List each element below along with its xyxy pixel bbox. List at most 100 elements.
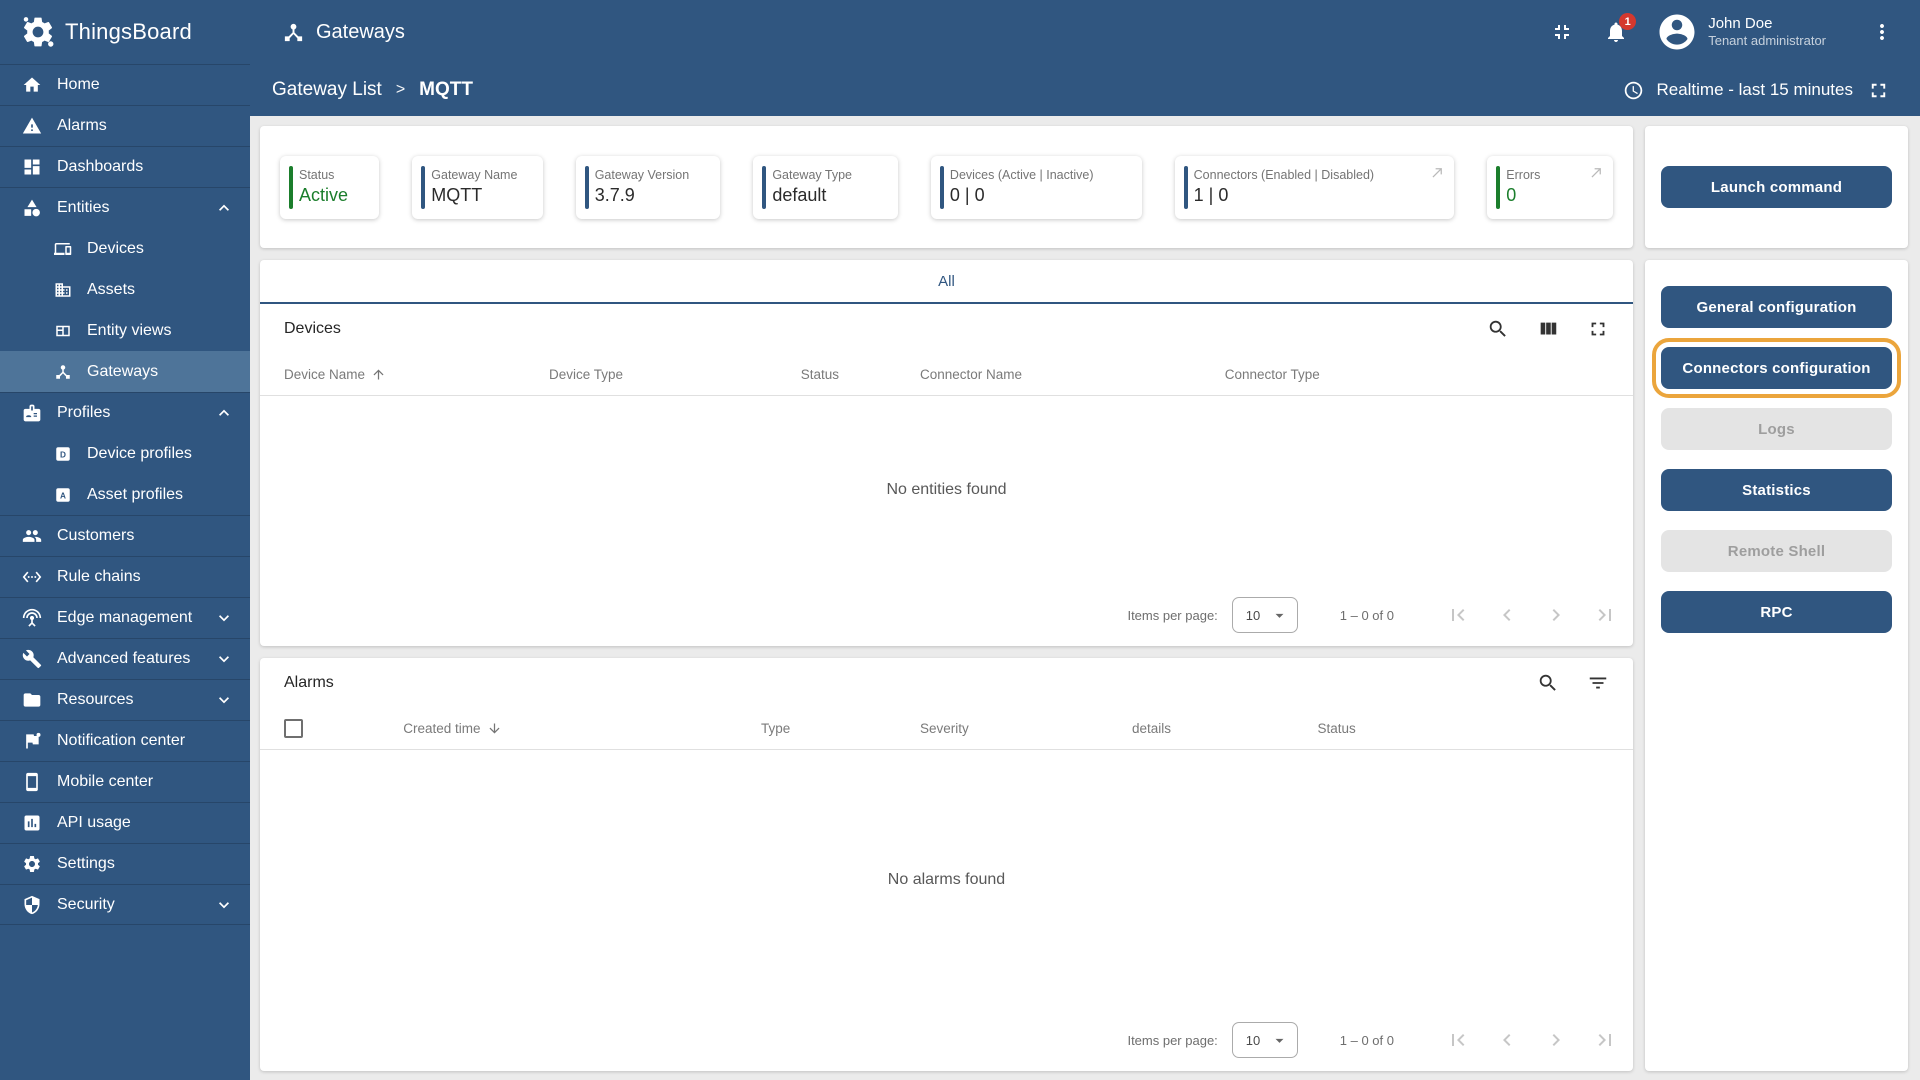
content: Status Active Gateway Name MQTT Gateway … <box>250 116 1920 1080</box>
next-page-button[interactable] <box>1544 1028 1568 1052</box>
fullscreen-icon <box>1591 322 1605 336</box>
select-all-checkbox[interactable] <box>284 719 303 738</box>
last-page-button[interactable] <box>1593 1028 1617 1052</box>
security-icon <box>24 895 40 914</box>
brand-name: ThingsBoard <box>65 19 192 44</box>
time-window-button[interactable]: Realtime - last 15 minutes <box>1623 80 1853 101</box>
sidebar-item-customers[interactable]: Customers <box>0 515 250 556</box>
column-label: Status <box>1317 721 1356 736</box>
devices-panel-header: Devices <box>260 304 1633 354</box>
devices-search-button[interactable] <box>1487 318 1509 340</box>
sidebar-item-notification-center[interactable]: Notification center <box>0 720 250 761</box>
connectors-configuration-button[interactable]: Connectors configuration <box>1652 338 1901 398</box>
search-icon <box>1489 320 1506 337</box>
sidebar-item-alarms[interactable]: Alarms <box>0 105 250 146</box>
open-link-icon[interactable] <box>1589 165 1604 180</box>
chevron-down-icon[interactable] <box>214 690 234 710</box>
column-header-severity[interactable]: Severity <box>920 721 1132 736</box>
alarms-pagination: Items per page: 10 1 – 0 of 0 <box>260 1009 1633 1071</box>
chevron-down-icon[interactable] <box>214 608 234 628</box>
last-page-icon <box>1598 609 1611 621</box>
breadcrumb-parent[interactable]: Gateway List <box>272 79 382 101</box>
previous-page-button[interactable] <box>1495 603 1519 627</box>
sidebar-item-asset-profiles[interactable]: A Asset profiles <box>0 474 250 515</box>
sidebar-item-edge-management[interactable]: Edge management <box>0 597 250 638</box>
open-link-icon[interactable] <box>1430 165 1445 180</box>
pagination-nav <box>1446 1028 1617 1052</box>
devices-fullscreen-button[interactable] <box>1587 318 1609 340</box>
first-page-button[interactable] <box>1446 603 1470 627</box>
sidebar-item-settings[interactable]: Settings <box>0 843 250 884</box>
devices-panel-title: Devices <box>284 320 341 337</box>
tab-all[interactable]: All <box>260 260 1633 304</box>
sidebar-item-label: Security <box>57 895 115 913</box>
page-range-label: 1 – 0 of 0 <box>1339 1032 1394 1048</box>
page-title: Gateways <box>282 21 405 44</box>
sidebar-item-api-usage[interactable]: API usage <box>0 802 250 843</box>
chevron-down-icon[interactable] <box>214 649 234 669</box>
page-size-value: 10 <box>1245 1032 1261 1048</box>
sidebar-item-security[interactable]: Security <box>0 884 250 925</box>
devices-columns-button[interactable] <box>1537 318 1559 340</box>
previous-page-button[interactable] <box>1495 1028 1519 1052</box>
dashboard-fullscreen-button[interactable] <box>1867 79 1890 102</box>
column-label: Connector Name <box>920 367 1023 382</box>
chevron-down-icon[interactable] <box>214 895 234 915</box>
last-page-button[interactable] <box>1593 603 1617 627</box>
column-header-connector-type[interactable]: Connector Type <box>1225 367 1609 382</box>
sidebar-item-rule-chains[interactable]: Rule chains <box>0 556 250 597</box>
avatar[interactable] <box>1656 11 1698 53</box>
first-page-button[interactable] <box>1446 1028 1470 1052</box>
sidebar-item-home[interactable]: Home <box>0 64 250 105</box>
metric-label: Gateway Name <box>431 168 518 182</box>
alarms-search-button[interactable] <box>1537 672 1559 694</box>
sidebar-item-entity-views[interactable]: Entity views <box>0 310 250 351</box>
column-header-device-type[interactable]: Device Type <box>549 367 801 382</box>
column-header-status[interactable]: Status <box>1318 721 1610 736</box>
notifications-button[interactable]: 1 <box>1604 13 1637 44</box>
more-menu-button[interactable] <box>1870 20 1894 44</box>
column-header-created-time[interactable]: Created time <box>403 721 761 736</box>
alarms-panel-actions <box>1537 672 1609 694</box>
notification-badge: 1 <box>1619 13 1637 30</box>
chevron-right-icon <box>1552 1034 1560 1046</box>
brand-logo[interactable]: ThingsBoard <box>0 0 250 64</box>
mobile-center-icon <box>26 772 38 792</box>
launch-command-button[interactable]: Launch command <box>1661 166 1892 208</box>
metric-value: 3.7.9 <box>594 185 635 205</box>
column-header-connector-name[interactable]: Connector Name <box>920 367 1225 382</box>
column-header-type[interactable]: Type <box>761 721 920 736</box>
sidebar-item-entities[interactable]: Entities <box>0 187 250 228</box>
column-header-details[interactable]: details <box>1132 721 1318 736</box>
svg-text:D: D <box>60 450 66 459</box>
page-size-select[interactable]: 10 <box>1231 597 1298 633</box>
sidebar-item-dashboards[interactable]: Dashboards <box>0 146 250 187</box>
general-configuration-button[interactable]: General configuration <box>1661 286 1892 328</box>
sidebar-item-gateways[interactable]: Gateways <box>0 351 250 392</box>
alarms-panel: Alarms Created time Type Severity detail… <box>260 658 1633 1071</box>
sidebar-item-resources[interactable]: Resources <box>0 679 250 720</box>
rpc-button[interactable]: RPC <box>1661 591 1892 633</box>
dropdown-arrow-icon <box>1275 613 1284 618</box>
column-header-status[interactable]: Status <box>801 367 920 382</box>
gateways-icon <box>284 23 303 41</box>
metric-card-devices: Devices (Active | Inactive) 0 | 0 <box>930 155 1142 219</box>
page-range-label: 1 – 0 of 0 <box>1339 607 1394 623</box>
main-column: Status Active Gateway Name MQTT Gateway … <box>260 126 1633 1071</box>
customers-icon <box>22 530 42 542</box>
sidebar-item-profiles[interactable]: Profiles <box>0 392 250 433</box>
sidebar-item-assets[interactable]: Assets <box>0 269 250 310</box>
page-size-select[interactable]: 10 <box>1231 1022 1298 1058</box>
chevron-up-icon[interactable] <box>214 198 234 218</box>
alarms-filter-button[interactable] <box>1587 672 1609 694</box>
sidebar-item-advanced-features[interactable]: Advanced features <box>0 638 250 679</box>
column-header-device-name[interactable]: Device Name <box>284 367 549 382</box>
toggle-fullscreen-button[interactable] <box>1550 20 1574 44</box>
statistics-button[interactable]: Statistics <box>1661 469 1892 511</box>
sidebar-item-device-profiles[interactable]: D Device profiles <box>0 433 250 474</box>
next-page-button[interactable] <box>1544 603 1568 627</box>
breadcrumb: Gateway List > MQTT <box>272 79 473 101</box>
chevron-up-icon[interactable] <box>214 403 234 423</box>
sidebar-item-devices[interactable]: Devices <box>0 228 250 269</box>
sidebar-item-mobile-center[interactable]: Mobile center <box>0 761 250 802</box>
